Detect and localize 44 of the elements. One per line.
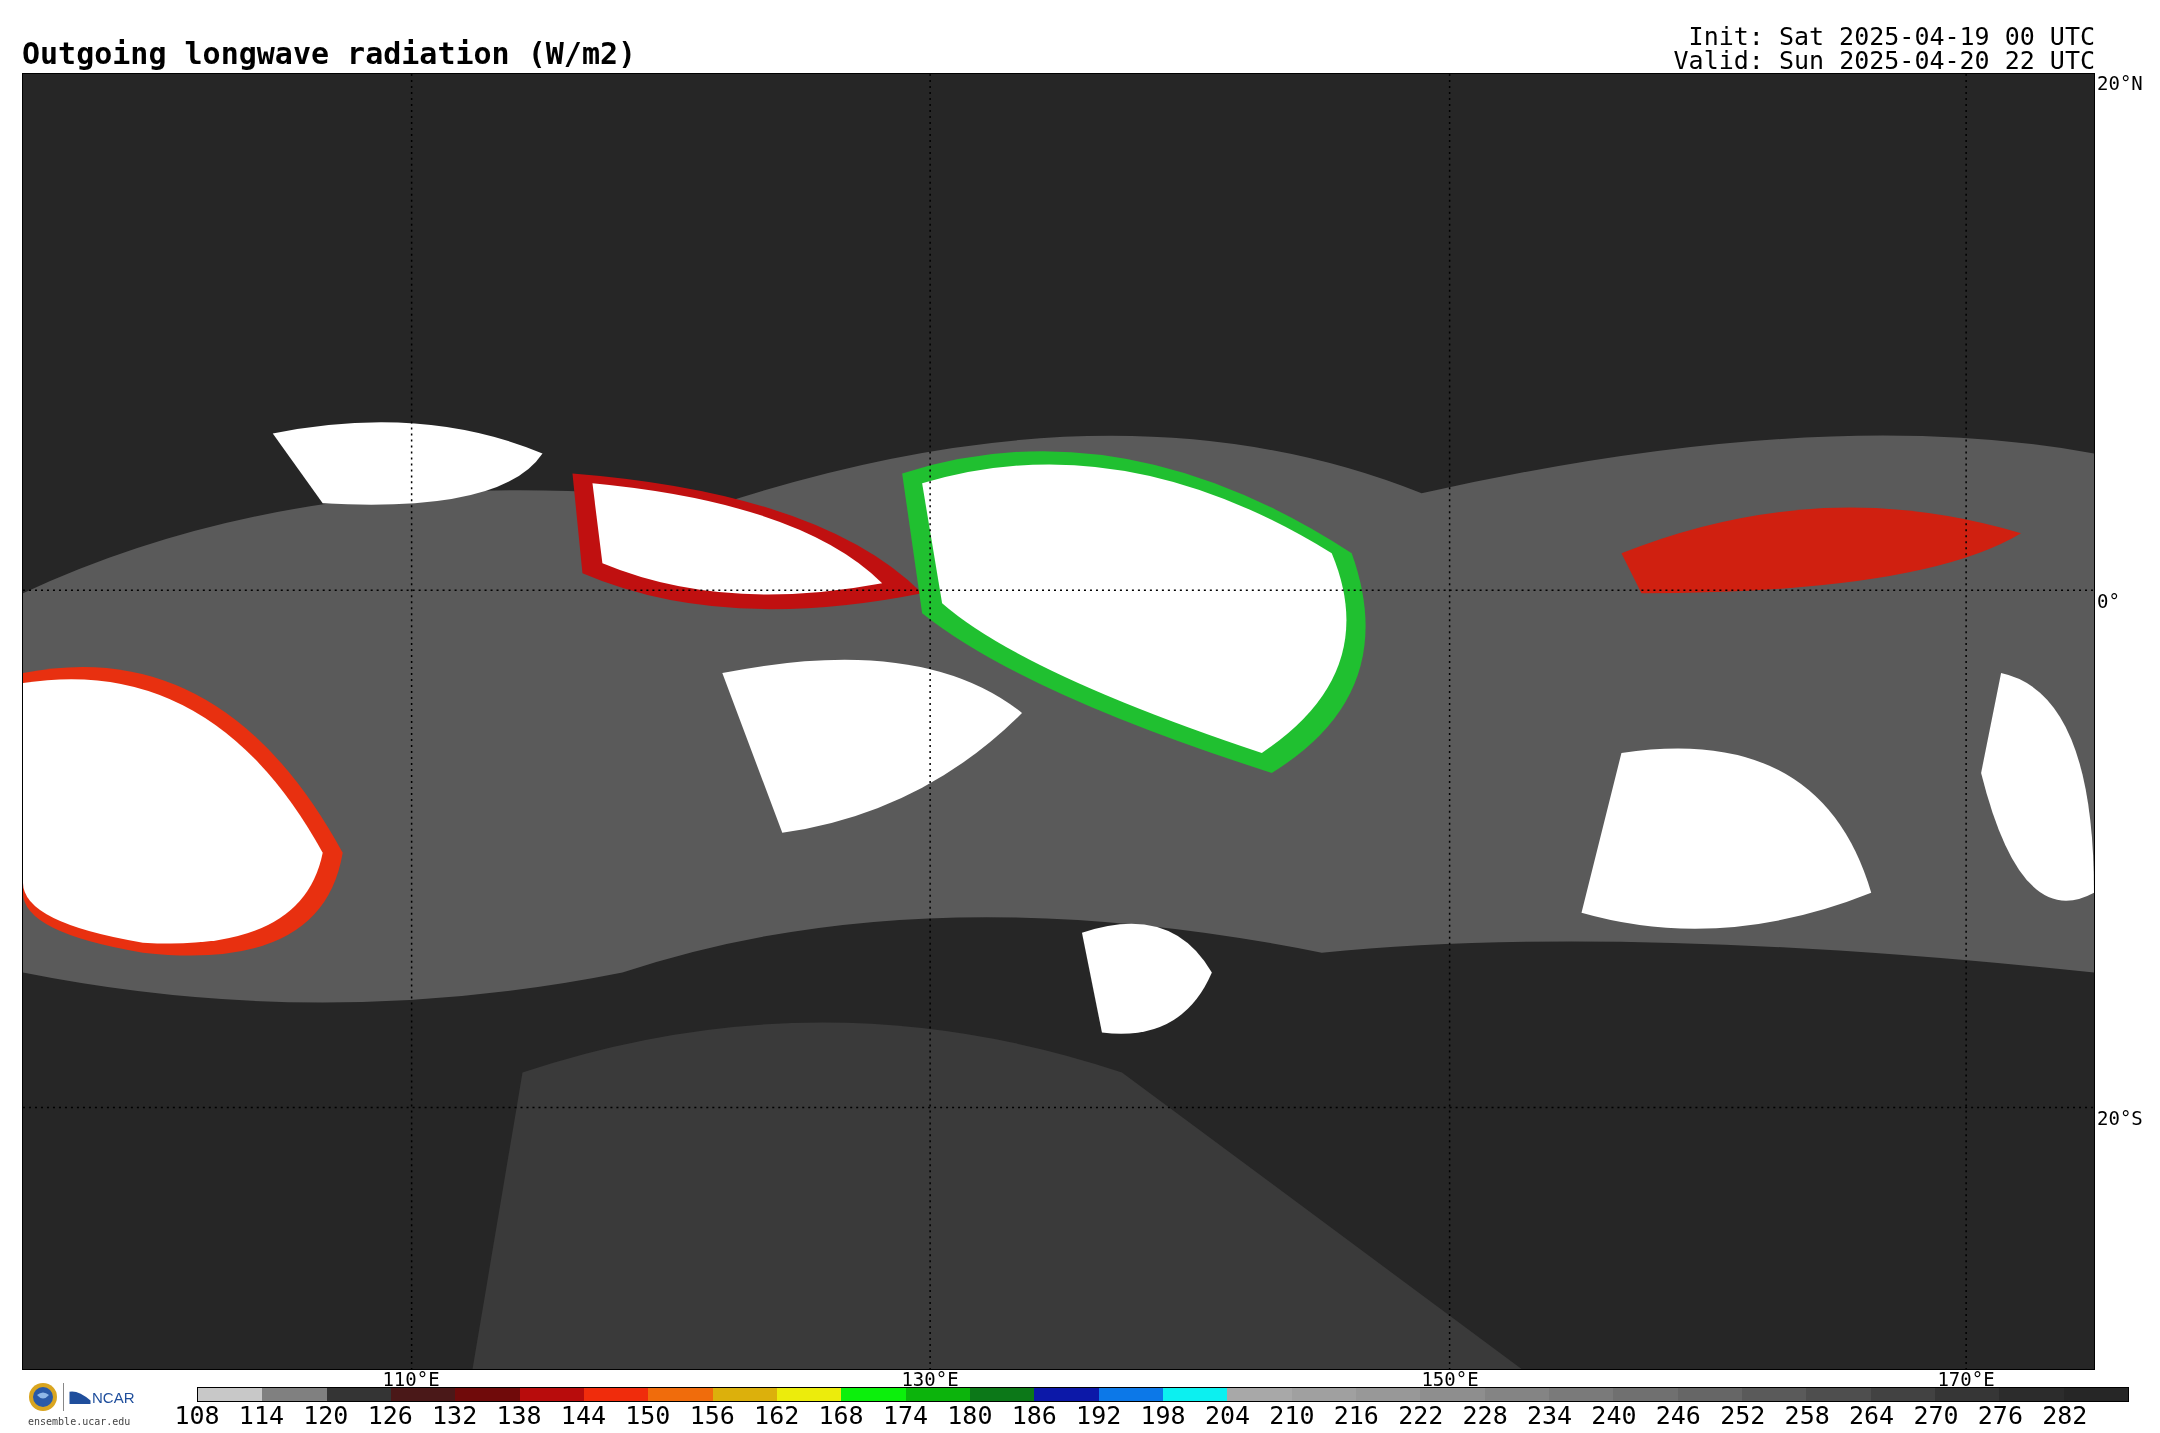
logo-name: NCAR: [92, 1388, 135, 1406]
chart-title: Outgoing longwave radiation (W/m2): [22, 37, 637, 71]
scale-value: 270: [1913, 1402, 1959, 1430]
scale-value: 264: [1849, 1402, 1895, 1430]
scale-value: 198: [1140, 1402, 1186, 1430]
scale-value: 228: [1462, 1402, 1508, 1430]
globe-seal-icon: [28, 1382, 58, 1412]
scale-value: 276: [1977, 1402, 2023, 1430]
latitude-label: 0°: [2097, 590, 2120, 611]
longitude-label: 130°E: [901, 1370, 959, 1388]
scale-value: 156: [689, 1402, 735, 1430]
scale-value: 138: [496, 1402, 542, 1430]
valid-time: Valid: Sun 2025-04-20 22 UTC: [1673, 49, 2095, 73]
longitude-label: 170°E: [1937, 1370, 1995, 1388]
scale-value: 162: [754, 1402, 800, 1430]
init-time: Init: Sat 2025-04-19 00 UTC: [1688, 25, 2095, 49]
scale-value: 168: [818, 1402, 864, 1430]
scale-value: 222: [1398, 1402, 1444, 1430]
scale-value: 240: [1591, 1402, 1637, 1430]
scale-value: 108: [174, 1402, 220, 1430]
scale-value: 246: [1655, 1402, 1701, 1430]
scale-value: 258: [1784, 1402, 1830, 1430]
site-address: ensemble.ucar.edu: [28, 1416, 131, 1427]
scale-value: 192: [1076, 1402, 1122, 1430]
longitude-label: 150°E: [1421, 1370, 1479, 1388]
scale-value: 234: [1526, 1402, 1573, 1430]
scale-value: 210: [1269, 1402, 1315, 1430]
scale-value: 216: [1333, 1402, 1379, 1430]
scale-value: 252: [1720, 1402, 1766, 1430]
scale-value: 114: [238, 1402, 284, 1430]
scale-value: 174: [882, 1402, 929, 1430]
latitude-label: 20°N: [2097, 73, 2143, 93]
latitude-label: 20°S: [2097, 1108, 2143, 1128]
wave-logo-icon: [69, 1390, 91, 1404]
longitude-label: 110°E: [382, 1370, 440, 1388]
scale-value: 132: [432, 1402, 478, 1430]
scale-value: 144: [560, 1402, 606, 1430]
scale-value: 120: [303, 1402, 349, 1430]
scale-value: 180: [947, 1402, 993, 1430]
scale-value: 282: [2042, 1402, 2088, 1430]
scale-value: 126: [367, 1402, 413, 1430]
scale-value: 150: [625, 1402, 671, 1430]
scale-value: 204: [1204, 1402, 1251, 1430]
scale-value: 186: [1011, 1402, 1057, 1430]
